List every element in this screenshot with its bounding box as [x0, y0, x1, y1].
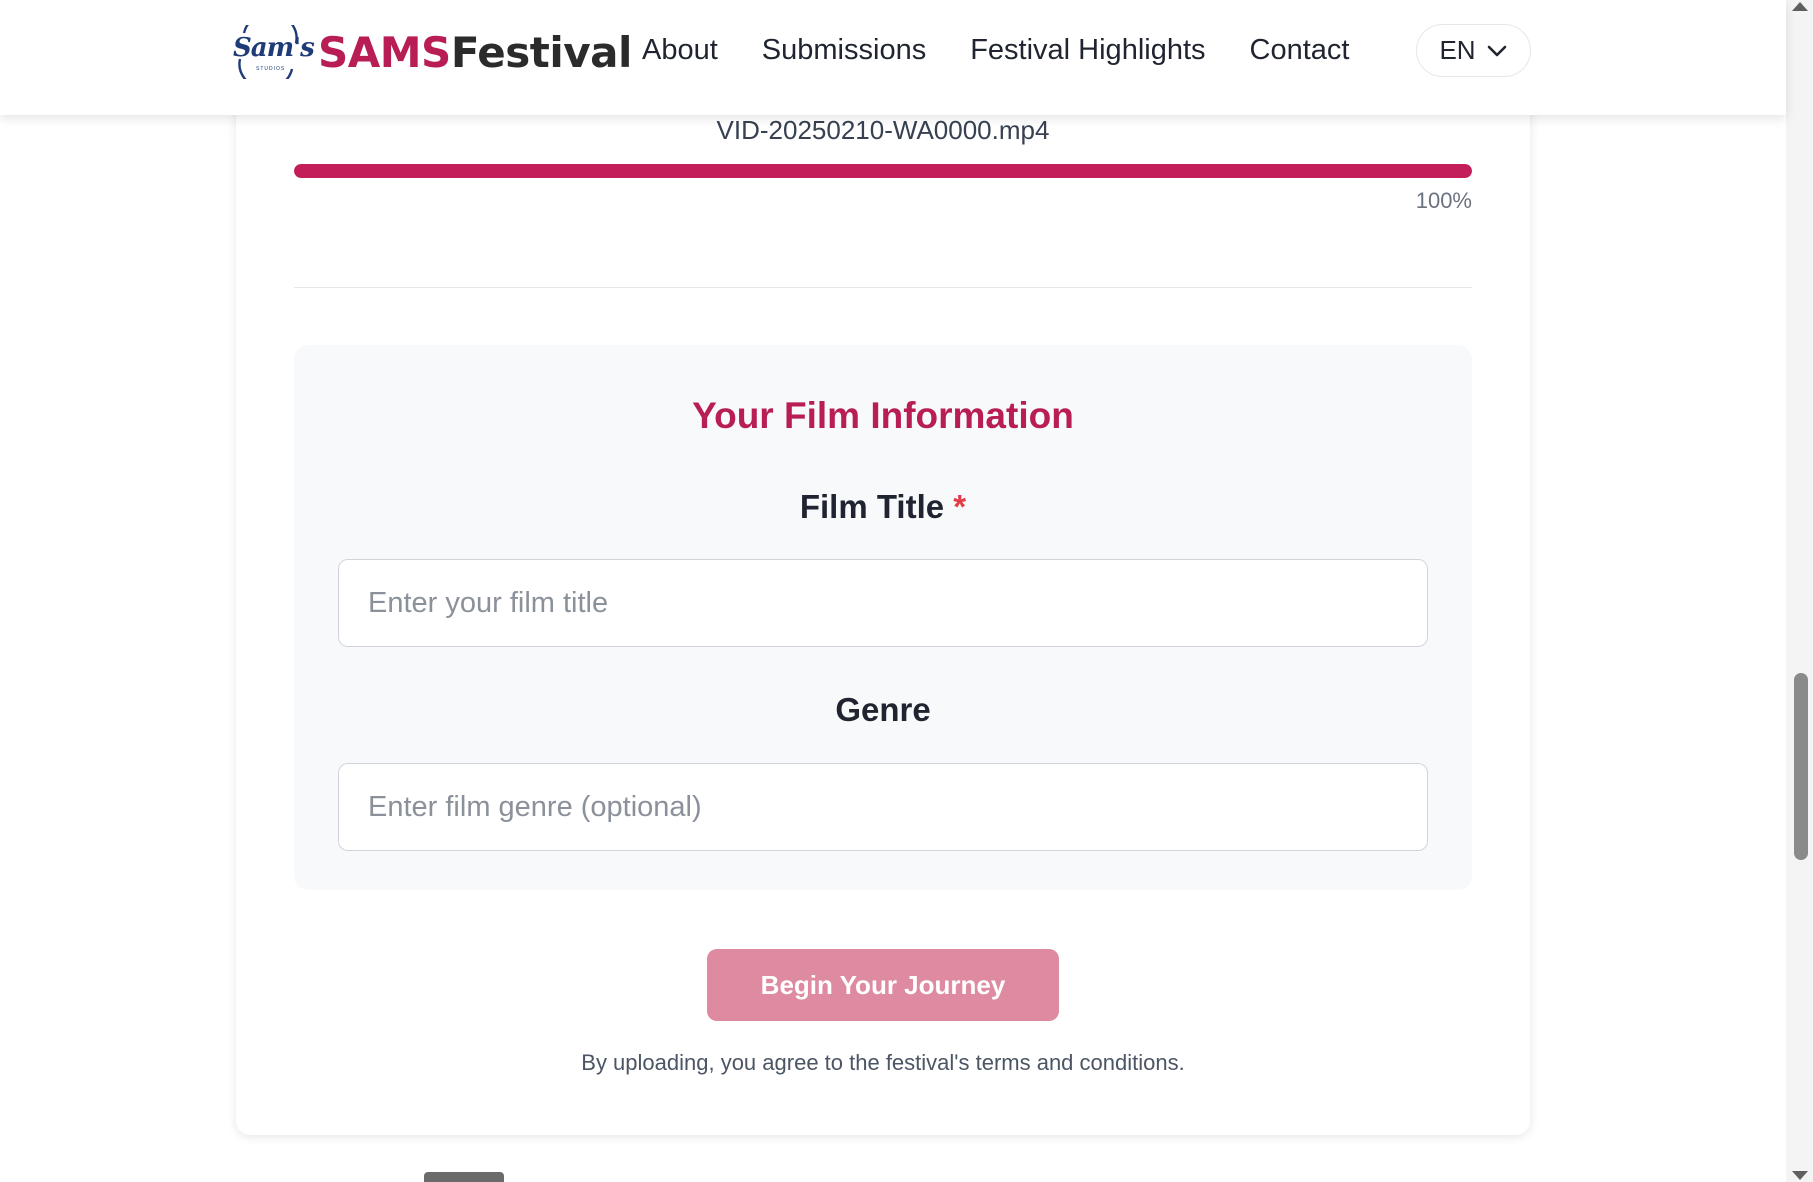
- upload-progress-bar: [294, 164, 1472, 178]
- chevron-down-icon: [1487, 45, 1506, 56]
- film-title-label: Film Title *: [294, 488, 1472, 526]
- floating-tab[interactable]: [424, 1172, 504, 1182]
- brand-name-sams: SAMS: [318, 27, 451, 77]
- site-header: Sam's STUDIOS SAMSFestival About Submiss…: [0, 0, 1786, 115]
- brand-logo-link[interactable]: Sam's STUDIOS SAMSFestival: [232, 12, 632, 90]
- scroll-up-arrow-icon[interactable]: [1792, 2, 1808, 11]
- film-title-input[interactable]: [338, 559, 1428, 647]
- upload-progress-fill: [294, 164, 1472, 178]
- nav-about[interactable]: About: [642, 30, 718, 70]
- page: VID-20250210-WA0000.mp4 100% Your Film I…: [0, 0, 1813, 1182]
- logo-subtext: STUDIOS: [256, 66, 286, 72]
- brand-name: SAMSFestival: [318, 28, 632, 77]
- genre-label: Genre: [835, 691, 931, 728]
- scroll-down-arrow-icon[interactable]: [1792, 1171, 1808, 1180]
- language-code: EN: [1439, 35, 1476, 65]
- genre-input[interactable]: [338, 763, 1428, 851]
- required-asterisk: *: [953, 488, 967, 525]
- terms-notice: By uploading, you agree to the festival'…: [581, 1050, 1185, 1075]
- upload-progress-percent: 100%: [1415, 188, 1472, 213]
- language-selector[interactable]: EN: [1416, 24, 1531, 77]
- nav-festival-highlights[interactable]: Festival Highlights: [970, 30, 1205, 70]
- film-title-label-text: Film Title: [799, 488, 945, 525]
- logo-script-text: Sam's: [233, 33, 315, 63]
- uploaded-file-name: VID-20250210-WA0000.mp4: [716, 115, 1050, 145]
- sams-studios-logo: Sam's STUDIOS: [232, 12, 315, 90]
- nav-contact[interactable]: Contact: [1250, 30, 1350, 70]
- main-nav: About Submissions Festival Highlights Co…: [642, 30, 1349, 70]
- section-divider: [294, 287, 1472, 288]
- page-scrollbar[interactable]: [1786, 0, 1813, 1182]
- brand-name-festival: Festival: [450, 27, 633, 77]
- begin-your-journey-button[interactable]: Begin Your Journey: [707, 949, 1059, 1021]
- scrollbar-thumb[interactable]: [1794, 673, 1808, 860]
- upload-card: VID-20250210-WA0000.mp4 100% Your Film I…: [236, 0, 1530, 1135]
- film-information-panel: Your Film Information Film Title * Genre: [294, 345, 1472, 890]
- film-information-title: Your Film Information: [692, 395, 1074, 436]
- nav-submissions[interactable]: Submissions: [762, 30, 926, 70]
